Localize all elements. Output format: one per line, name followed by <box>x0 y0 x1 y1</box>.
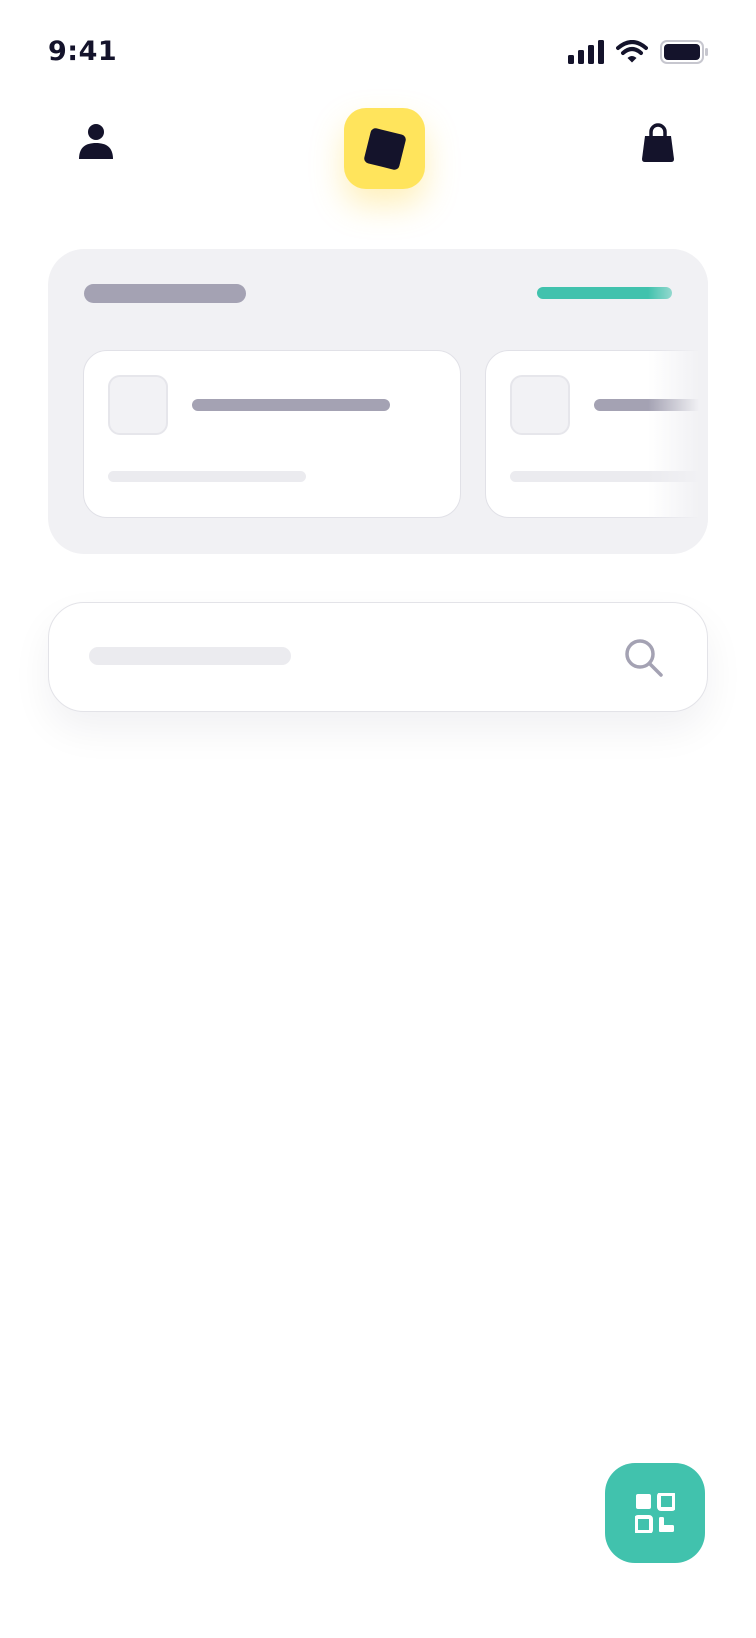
item-subtitle-placeholder <box>108 471 306 482</box>
item-title-placeholder <box>192 399 390 411</box>
qr-code-icon <box>635 1493 675 1533</box>
status-icons <box>568 40 708 64</box>
shopping-bag-button[interactable] <box>640 123 680 163</box>
search-bar[interactable] <box>48 602 708 712</box>
app-logo-icon <box>363 127 406 170</box>
carousel-fade-edge <box>648 249 708 554</box>
search-icon[interactable] <box>623 637 665 679</box>
shopping-bag-icon <box>642 123 674 162</box>
status-time: 9:41 <box>48 36 118 67</box>
user-icon <box>79 124 113 159</box>
wifi-icon <box>616 40 648 63</box>
carousel-item[interactable] <box>83 350 461 518</box>
signal-icon <box>568 40 604 64</box>
section-title-placeholder <box>84 284 246 303</box>
app-logo[interactable] <box>344 108 425 189</box>
battery-icon <box>660 40 708 64</box>
profile-button[interactable] <box>76 123 116 163</box>
scan-qr-button[interactable] <box>605 1463 705 1563</box>
item-thumbnail-placeholder <box>108 375 168 435</box>
search-input[interactable] <box>89 647 291 665</box>
item-thumbnail-placeholder <box>510 375 570 435</box>
top-summary-card <box>48 249 708 554</box>
